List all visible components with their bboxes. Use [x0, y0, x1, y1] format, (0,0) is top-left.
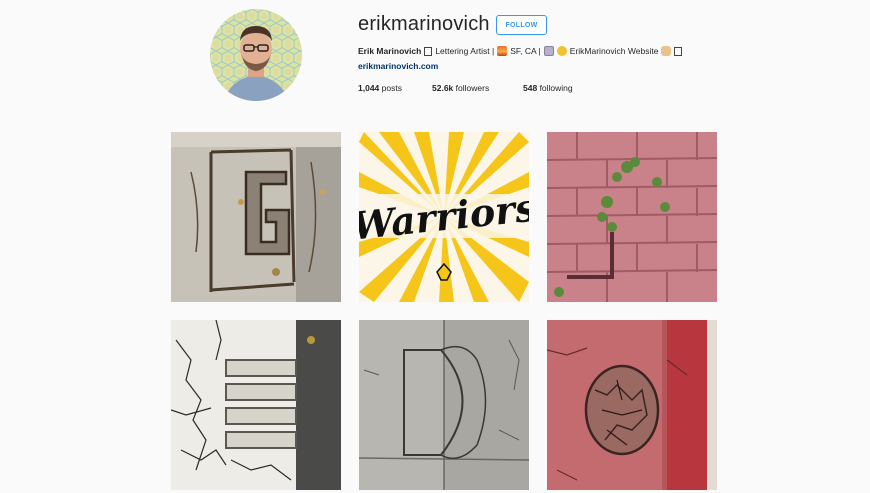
bio-text-1: Lettering Artist |: [435, 46, 495, 56]
post-red-curb-crack[interactable]: [547, 320, 717, 490]
pointing-hand-emoji-icon: [661, 46, 672, 56]
sun-emoji-icon: [556, 46, 567, 56]
stat-posts: 1,044 posts: [358, 83, 402, 93]
profile-header: erikmarinovich FOLLOW Erik Marinovich Le…: [0, 0, 870, 120]
post-pink-brick-wall[interactable]: [547, 132, 717, 302]
stat-following-label: following: [539, 83, 573, 93]
sunset-emoji-icon: [497, 46, 508, 56]
unknown-glyph-icon: [674, 46, 683, 56]
stat-followers[interactable]: 52.6k followers: [432, 83, 489, 93]
bio-text-2: SF, CA |: [510, 46, 541, 56]
building-emoji-icon: [543, 46, 554, 56]
bio-text-3: ErikMarinovich Website: [569, 46, 659, 56]
profile-website-link[interactable]: erikmarinovich.com: [358, 61, 438, 71]
post-cracked-white-concrete[interactable]: [171, 320, 341, 490]
profile-username: erikmarinovich: [358, 13, 490, 35]
stat-following-count: 548: [523, 83, 538, 93]
stat-followers-count: 52.6k: [432, 83, 454, 93]
post-gray-sidewalk-d[interactable]: [359, 320, 529, 490]
unknown-glyph-icon: [424, 46, 433, 56]
profile-full-name: Erik Marinovich: [358, 46, 422, 56]
profile-bio: Erik Marinovich Lettering Artist | SF, C…: [358, 46, 683, 56]
avatar[interactable]: [210, 9, 302, 101]
stat-following[interactable]: 548 following: [523, 83, 573, 93]
stat-followers-label: followers: [455, 83, 490, 93]
stat-posts-count: 1,044: [358, 83, 380, 93]
post-pavement-letter-g[interactable]: [171, 132, 341, 302]
post-warriors-lettering[interactable]: Warriors: [359, 132, 529, 302]
follow-button[interactable]: FOLLOW: [496, 15, 547, 35]
stat-posts-label: posts: [381, 83, 402, 93]
